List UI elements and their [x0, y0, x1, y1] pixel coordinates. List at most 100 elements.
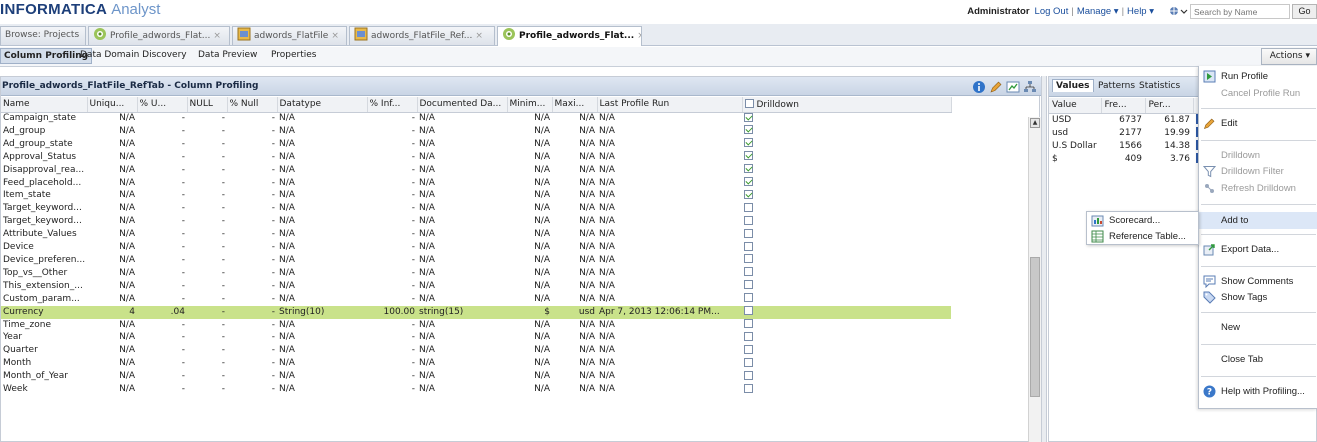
table-row[interactable]: Feed_placehold... N/A - - - N/A - N/A N/A N/A N/A	[1, 177, 951, 190]
drilldown-checkbox[interactable]	[744, 383, 753, 393]
tab-values[interactable]: Values	[1052, 79, 1094, 92]
table-row[interactable]: Week N/A - - - N/A - N/A N/A N/A N/A	[1, 383, 951, 397]
column-header[interactable]: Name	[1, 97, 88, 113]
menu-item-close-tab[interactable]: Close Tab	[1199, 352, 1317, 367]
table-row[interactable]: Ad_group N/A - - - N/A - N/A N/A N/A N/A	[1, 125, 951, 138]
column-header[interactable]: Uniqu...	[87, 97, 138, 113]
chart-icon[interactable]	[1006, 80, 1020, 94]
values-row[interactable]: usd 2177 19.99	[1049, 126, 1199, 140]
column-header[interactable]: NULL	[187, 97, 228, 113]
drilldown-checkbox[interactable]	[744, 357, 753, 367]
drilldown-checkbox[interactable]	[744, 267, 753, 277]
drilldown-checkbox[interactable]	[744, 202, 753, 212]
close-icon[interactable]: ×	[213, 31, 221, 41]
column-header[interactable]: Fre...	[1101, 98, 1146, 114]
values-row[interactable]: USD 6737 61.87	[1049, 113, 1199, 127]
table-row[interactable]: Item_state N/A - - - N/A - N/A N/A N/A N/A	[1, 189, 951, 203]
go-button[interactable]: Go	[1292, 4, 1317, 19]
menu-item-run-profile[interactable]: Run Profile	[1199, 69, 1317, 84]
values-row[interactable]: $409 3.76	[1049, 152, 1199, 166]
subtab-column-profiling[interactable]: Column Profiling	[0, 48, 93, 64]
menu-item-refresh-drilldown[interactable]: Refresh Drilldown	[1199, 181, 1317, 196]
table-row[interactable]: Approval_Status N/A - - - N/A - N/A N/A N/A N/A	[1, 151, 951, 164]
table-row[interactable]: Currency 4.04- - String(10) 100.00 string(15)…	[1, 306, 951, 319]
table-row[interactable]: Attribute_Values N/A - - - N/A - N/A N/A N/A N/A	[1, 228, 951, 242]
scroll-thumb[interactable]	[1030, 257, 1040, 397]
pencil-icon[interactable]	[989, 80, 1003, 94]
search-input[interactable]	[1190, 4, 1290, 19]
menu-item-new[interactable]: New	[1199, 320, 1317, 335]
table-row[interactable]: Disapproval_rea... N/A - - - N/A - N/A N/A N/A N/A	[1, 164, 951, 177]
scroll-up-icon[interactable]: ▲	[1030, 118, 1040, 128]
table-row[interactable]: Month N/A - - - N/A - N/A N/A N/A N/A	[1, 357, 951, 371]
table-row[interactable]: Year N/A - - - N/A - N/A N/A N/A N/A	[1, 331, 951, 345]
table-row[interactable]: Time_zone N/A - - - N/A - N/A N/A N/A N/A	[1, 319, 951, 332]
column-header[interactable]: Documented Da...	[417, 97, 508, 113]
drilldown-checkbox[interactable]	[744, 254, 753, 264]
menu-item-show-tags[interactable]: Show Tags	[1199, 290, 1317, 305]
column-header[interactable]: % Inf...	[367, 97, 418, 113]
tab-flatfile-ref[interactable]: adwords_FlatFile_Ref... ×	[349, 26, 495, 45]
tab-statistics[interactable]: Statistics	[1139, 81, 1180, 91]
help-menu[interactable]: Help ▾	[1127, 6, 1154, 17]
tab-profile-active[interactable]: Profile_adwords_Flat...×	[497, 26, 642, 46]
drilldown-checkbox[interactable]	[744, 151, 753, 161]
table-row[interactable]: This_extension_... N/A - - - N/A - N/A N/A N/A N/A	[1, 280, 951, 293]
search-scope-icon[interactable]	[1168, 5, 1190, 18]
drilldown-checkbox[interactable]	[744, 164, 753, 174]
subtab-data-preview[interactable]: Data Preview	[198, 50, 257, 60]
table-row[interactable]: Campaign_state N/A - - - N/A - N/A N/A N/A N/A	[1, 112, 951, 125]
drilldown-checkbox[interactable]	[744, 228, 753, 238]
table-row[interactable]: Top_vs__Other N/A - - - N/A - N/A N/A N/A N/A	[1, 267, 951, 280]
logout-link[interactable]: Log Out	[1035, 6, 1069, 17]
table-row[interactable]: Ad_group_state N/A - - - N/A - N/A N/A N/A N/A	[1, 138, 951, 151]
column-header[interactable]: % U...	[137, 97, 188, 113]
submenu-item-scorecard[interactable]: Scorecard...	[1087, 213, 1198, 228]
column-header[interactable]: Datatype	[277, 97, 368, 113]
table-row[interactable]: Target_keyword... N/A - - - N/A - N/A N/A N/A N/A	[1, 215, 951, 229]
drilldown-checkbox[interactable]	[744, 319, 753, 328]
menu-item-drilldown[interactable]: Drilldown	[1199, 148, 1317, 163]
drilldown-checkbox[interactable]	[744, 241, 753, 251]
table-row[interactable]: Device N/A - - - N/A - N/A N/A N/A N/A	[1, 241, 951, 255]
close-icon[interactable]: ×	[637, 31, 641, 41]
select-all-checkbox[interactable]	[744, 98, 754, 108]
table-row[interactable]: Custom_param... N/A - - - N/A - N/A N/A N/A N/A	[1, 293, 951, 306]
menu-item-help-with-profiling[interactable]: ? Help with Profiling...	[1199, 384, 1317, 399]
drilldown-checkbox[interactable]	[744, 125, 753, 135]
grid-scrollbar[interactable]: ▲	[1028, 117, 1041, 442]
close-icon[interactable]: ×	[331, 31, 339, 41]
drilldown-checkbox[interactable]	[744, 370, 753, 380]
column-header[interactable]: Maxi...	[552, 97, 598, 113]
column-header[interactable]: % Null	[227, 97, 278, 113]
column-header[interactable]: Per...	[1145, 98, 1194, 114]
menu-item-show-comments[interactable]: Show Comments	[1199, 274, 1317, 289]
drilldown-checkbox[interactable]	[744, 331, 753, 341]
panel-splitter[interactable]	[1041, 76, 1047, 442]
menu-item-add-to[interactable]: Add to	[1199, 212, 1317, 229]
table-row[interactable]: Target_keyword... N/A - - - N/A - N/A N/A N/A N/A	[1, 202, 951, 216]
drilldown-checkbox[interactable]	[744, 344, 753, 354]
submenu-item-reference-table[interactable]: Reference Table...	[1087, 229, 1198, 244]
table-row[interactable]: Device_preferen... N/A - - - N/A - N/A N/A N/A N/A	[1, 254, 951, 267]
menu-item-cancel-profile-run[interactable]: Cancel Profile Run	[1199, 86, 1317, 101]
info-icon[interactable]	[972, 80, 986, 94]
tab-profile-1[interactable]: Profile_adwords_Flat... ×	[88, 26, 230, 45]
table-row[interactable]: Quarter N/A - - - N/A - N/A N/A N/A N/A	[1, 344, 951, 358]
close-icon[interactable]: ×	[475, 31, 483, 41]
tab-flatfile[interactable]: adwords_FlatFile ×	[232, 26, 347, 45]
tab-browse-projects[interactable]: Browse: Projects	[0, 26, 86, 45]
drilldown-checkbox[interactable]	[744, 189, 753, 199]
drilldown-checkbox[interactable]	[744, 138, 753, 148]
drilldown-checkbox[interactable]	[744, 112, 753, 122]
drilldown-header[interactable]: Drilldown	[742, 97, 952, 113]
drilldown-checkbox[interactable]	[744, 280, 753, 290]
manage-menu[interactable]: Manage ▾	[1077, 6, 1119, 17]
column-header[interactable]: Last Profile Run	[597, 97, 743, 113]
tab-patterns[interactable]: Patterns	[1098, 81, 1135, 91]
values-row[interactable]: U.S Dollar 1566 14.38	[1049, 139, 1199, 153]
column-header[interactable]: Value	[1049, 98, 1102, 114]
column-header[interactable]: Minim...	[507, 97, 553, 113]
subtab-data-domain-discovery[interactable]: Data Domain Discovery	[80, 50, 187, 60]
menu-item-edit[interactable]: Edit	[1199, 116, 1317, 131]
